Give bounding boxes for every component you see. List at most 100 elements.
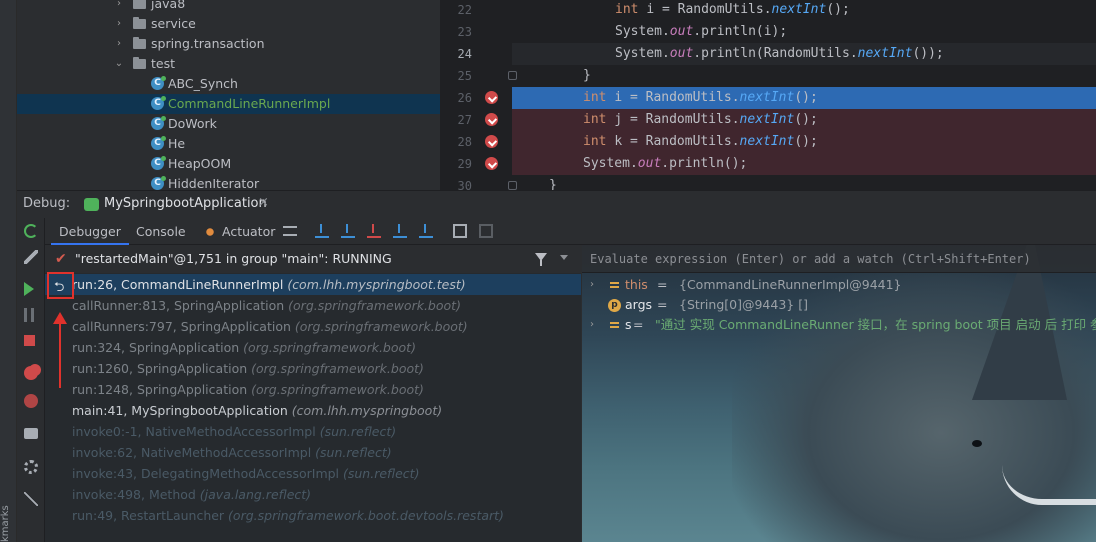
mute-breakpoints-icon[interactable]	[24, 394, 38, 408]
wrench-icon[interactable]	[24, 250, 38, 264]
line-number: 23	[457, 25, 472, 39]
stack-frame[interactable]: invoke0:-1, NativeMethodAccessorImpl (su…	[45, 421, 581, 442]
stack-frame[interactable]: run:1260, SpringApplication (org.springf…	[45, 358, 581, 379]
editor-gutter[interactable]: 22 23 24 25 26 27 28 29 30	[440, 0, 517, 190]
drop-frame-icon[interactable]: ⮌	[54, 278, 64, 300]
chevron-down-icon[interactable]	[560, 255, 568, 260]
stack-frame[interactable]: invoke:43, DelegatingMethodAccessorImpl …	[45, 463, 581, 484]
code-line[interactable]: System.out.println(i);	[512, 21, 1096, 43]
chevron-right-icon[interactable]: ›	[113, 14, 125, 34]
code-token: int	[583, 90, 615, 105]
tree-item[interactable]: C ABC_Synch	[17, 74, 440, 94]
show-execution-point-icon[interactable]	[315, 224, 329, 238]
bookmarks-tool-label[interactable]: kmarks	[0, 505, 17, 542]
view-breakpoints-icon[interactable]	[24, 366, 38, 380]
force-step-into-icon[interactable]	[367, 224, 381, 238]
code-token: i = RandomUtils.	[646, 2, 772, 17]
code-editor[interactable]: 22 23 24 25 26 27 28 29 30 int i = RandomUtils.n…	[440, 0, 1096, 190]
tree-item[interactable]: C HiddenIterator	[17, 174, 440, 190]
java-class-icon: C	[151, 136, 166, 150]
tree-item-label: test	[151, 56, 176, 71]
stack-frame[interactable]: main:41, MySpringbootApplication (com.lh…	[45, 400, 581, 421]
variable-row[interactable]: › s = "通过 实现 CommandLineRunner 接口，在 sprin…	[582, 315, 1096, 335]
stop-icon[interactable]	[24, 335, 35, 346]
chevron-right-icon[interactable]: ›	[113, 0, 125, 14]
step-over-icon[interactable]	[341, 224, 355, 238]
package-folder-icon	[133, 57, 146, 69]
tree-item[interactable]: ⌄ test	[17, 54, 440, 74]
tree-item[interactable]: › java8	[17, 0, 440, 14]
camera-icon[interactable]	[24, 428, 38, 439]
stack-frame[interactable]: run:49, RestartLauncher (org.springframe…	[45, 505, 581, 526]
frame-method: invoke:498, Method	[72, 487, 200, 502]
close-tab-icon[interactable]: ×	[258, 195, 269, 210]
chevron-right-icon[interactable]: ›	[590, 275, 594, 295]
frame-package: (sun.reflect)	[319, 424, 397, 439]
trace-stream-icon[interactable]	[479, 224, 493, 238]
evaluate-expression-input[interactable]	[590, 250, 1090, 268]
chevron-right-icon[interactable]: ›	[590, 315, 594, 335]
breakpoint-icon[interactable]	[485, 91, 498, 104]
chevron-right-icon[interactable]: ›	[113, 34, 125, 54]
frame-package: (org.springframework.boot)	[251, 361, 424, 376]
thread-selector[interactable]: ✔ "restartedMain"@1,751 in group "main":…	[45, 245, 581, 273]
chevron-down-icon[interactable]: ⌄	[113, 54, 125, 74]
variable-row[interactable]: p args = {String[0]@9443} []	[582, 295, 1096, 315]
code-line[interactable]: int i = RandomUtils.nextInt();	[512, 87, 1096, 109]
frame-package: (java.lang.reflect)	[199, 487, 312, 502]
variable-row[interactable]: › this = {CommandLineRunnerImpl@9441}	[582, 275, 1096, 295]
breakpoint-icon[interactable]	[485, 157, 498, 170]
variable-equals: =	[657, 297, 668, 312]
tab-debugger[interactable]: Debugger	[51, 218, 129, 245]
tree-item[interactable]: C CommandLineRunnerImpl	[17, 94, 440, 114]
code-line[interactable]: System.out.println(RandomUtils.nextInt()…	[512, 43, 1096, 65]
stack-frame[interactable]: invoke:62, NativeMethodAccessorImpl (sun…	[45, 442, 581, 463]
breakpoint-icon[interactable]	[485, 113, 498, 126]
evaluate-expression-icon[interactable]	[453, 224, 467, 238]
variables-panel: › this = {CommandLineRunnerImpl@9441} parg…	[582, 245, 1096, 542]
frame-package: (com.lhh.myspringboot.test)	[287, 277, 466, 292]
code-token: System.	[615, 46, 670, 61]
stack-frame[interactable]: invoke:498, Method (java.lang.reflect)	[45, 484, 581, 505]
filter-icon[interactable]	[535, 253, 547, 266]
tab-actuator[interactable]: Actuator	[222, 218, 275, 245]
code-line[interactable]: System.out.println();	[512, 153, 1096, 175]
code-line[interactable]: int j = RandomUtils.nextInt();	[512, 109, 1096, 131]
settings-gear-icon[interactable]	[24, 460, 38, 474]
code-token: }	[549, 178, 557, 190]
code-token: nextInt	[739, 134, 795, 149]
resume-icon[interactable]	[24, 282, 34, 296]
code-line[interactable]: int k = RandomUtils.nextInt();	[512, 131, 1096, 153]
code-line[interactable]: }	[512, 175, 1096, 190]
stack-frame[interactable]: callRunners:797, SpringApplication (org.…	[45, 316, 581, 337]
code-token: .println(i);	[693, 24, 788, 39]
tree-item-label: HeapOOM	[168, 156, 232, 171]
stack-frame[interactable]: run:26, CommandLineRunnerImpl (com.lhh.m…	[45, 274, 581, 295]
rerun-icon[interactable]	[24, 224, 38, 238]
tree-item[interactable]: › service	[17, 14, 440, 34]
pin-icon[interactable]	[24, 492, 38, 506]
code-line[interactable]: }	[512, 65, 1096, 87]
code-line[interactable]: int i = RandomUtils.nextInt();	[512, 0, 1096, 21]
tree-item[interactable]: C HeapOOM	[17, 154, 440, 174]
tab-console[interactable]: Console	[136, 218, 186, 245]
tree-item[interactable]: › spring.transaction	[17, 34, 440, 54]
layout-menu-icon[interactable]	[283, 226, 297, 236]
tree-item[interactable]: C DoWork	[17, 114, 440, 134]
run-to-cursor-icon[interactable]	[419, 224, 433, 238]
step-out-icon[interactable]	[393, 224, 407, 238]
spring-boot-run-icon	[84, 198, 99, 211]
frame-package: (sun.reflect)	[343, 466, 420, 481]
stack-frame[interactable]: callRunner:813, SpringApplication (org.s…	[45, 295, 581, 316]
field-icon	[608, 279, 621, 292]
line-number: 25	[457, 69, 472, 83]
tree-item-label: CommandLineRunnerImpl	[168, 96, 331, 111]
breakpoint-icon[interactable]	[485, 135, 498, 148]
run-config-tab[interactable]: MySpringbootApplication	[104, 196, 267, 211]
tree-item[interactable]: C He	[17, 134, 440, 154]
code-token: j = RandomUtils.	[614, 112, 740, 127]
tree-item-label: HiddenIterator	[168, 176, 260, 190]
stack-frame[interactable]: run:324, SpringApplication (org.springfr…	[45, 337, 581, 358]
pause-icon[interactable]	[24, 308, 34, 322]
stack-frame[interactable]: run:1248, SpringApplication (org.springf…	[45, 379, 581, 400]
